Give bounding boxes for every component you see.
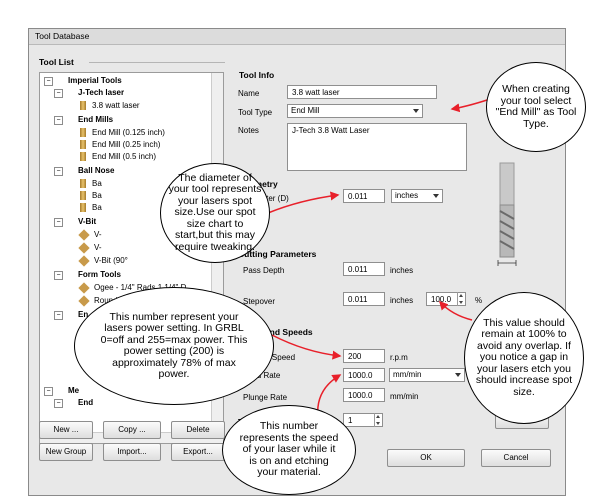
callout-power: This number represent your lasers power … [74,287,274,405]
arrow-to-diameter [267,191,340,214]
callout-stepover: This value should remain at 100% to avoi… [464,292,584,424]
arrow-to-stepover-percent [438,300,473,321]
callout-diameter: The diameter of your tool represents you… [160,163,270,263]
callout-tool-type: When creating your tool select "End Mill… [486,62,586,152]
arrow-to-spindle-speed [271,334,342,360]
callout-feed-rate: This number represents the speed of your… [222,405,356,495]
